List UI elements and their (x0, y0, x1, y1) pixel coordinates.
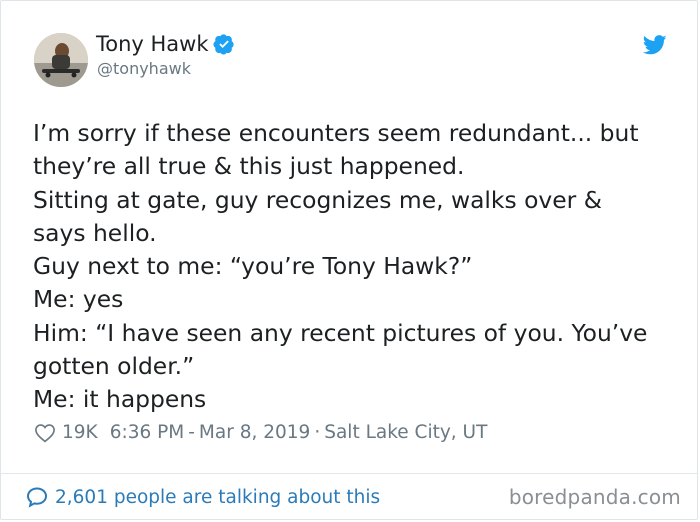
author-avatar[interactable] (34, 33, 88, 87)
speech-bubble-icon (26, 487, 48, 508)
like-count[interactable]: 19K (62, 422, 98, 443)
tweet-card: Tony Hawk @tonyhawk I’m sorry if these e… (0, 0, 698, 520)
talking-link[interactable]: 2,601 people are talking about this (25, 485, 380, 509)
author-name[interactable]: Tony Hawk (96, 32, 209, 56)
verified-badge-icon (212, 34, 234, 55)
watermark: boredpanda.com (508, 485, 681, 509)
author-handle[interactable]: @tonyhawk (97, 59, 191, 78)
tweet-line: they’re all true & this just happened. (33, 152, 465, 181)
tweet-line: gotten older.” (33, 352, 195, 381)
author-name-row[interactable]: Tony Hawk (96, 32, 235, 56)
tweet-line: says hello. (33, 218, 157, 247)
tweet-line: Me: yes (33, 285, 124, 314)
tweet-line: Guy next to me: “you’re Tony Hawk?” (33, 252, 473, 281)
meta-separator: - (188, 422, 195, 443)
avatar-photo (34, 33, 88, 87)
talking-text[interactable]: 2,601 people are talking about this (55, 487, 380, 508)
tweet-meta: 19K 6:36 PM - Mar 8, 2019 · Salt Lake Ci… (34, 422, 487, 443)
tweet-line: Me: it happens (33, 385, 207, 414)
tweet-line: Him: “I have seen any recent pictures of… (33, 318, 648, 347)
tweet-line: I’m sorry if these encounters seem redun… (33, 119, 639, 147)
tweet-date[interactable]: Mar 8, 2019 (199, 422, 310, 443)
tweet-line: Sitting at gate, guy recognizes me, walk… (33, 185, 602, 214)
tweet-time[interactable]: 6:36 PM (110, 422, 185, 443)
heart-icon[interactable] (34, 423, 56, 443)
meta-separator: · (314, 422, 321, 443)
twitter-bird-icon[interactable] (643, 35, 667, 55)
tweet-text: I’m sorry if these encounters seem redun… (33, 117, 683, 417)
divider (1, 473, 697, 474)
tweet-location[interactable]: Salt Lake City, UT (324, 422, 487, 443)
